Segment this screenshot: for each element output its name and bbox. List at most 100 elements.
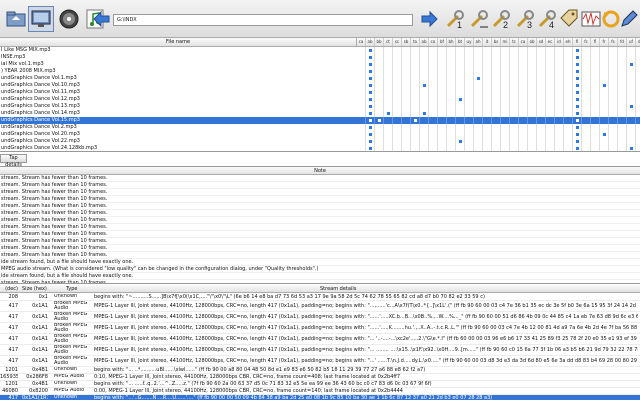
status-cell: [519, 117, 528, 124]
file-row[interactable]: ) YEAR 2008 MIX.mp3: [0, 68, 640, 75]
edit-icon[interactable]: [616, 6, 640, 32]
stream-row[interactable]: 417 0x1A1 Broken MPEG Audio MPEG-1 Layer II…: [0, 323, 640, 334]
stream-row[interactable]: 417 0x1A1 Broken MPEG Audio MPEG-1 Layer II…: [0, 334, 640, 345]
status-cell: [492, 117, 501, 124]
note-row[interactable]: ide stream found, but a file should have…: [0, 259, 640, 266]
file-row[interactable]: undGraphics Dance Vol.14.mp3: [0, 110, 640, 117]
file-row[interactable]: I Like MSG MIX.mp3: [0, 47, 640, 54]
file-row[interactable]: undGraphics Dance Vol.20.mp3: [0, 131, 640, 138]
note-row[interactable]: stream. Stream has fewer than 10 frames.: [0, 196, 640, 203]
column-header[interactable]: tc: [510, 38, 519, 46]
column-header[interactable]: bb: [375, 38, 384, 46]
column-header[interactable]: dt: [636, 38, 640, 46]
column-header[interactable]: mi: [501, 38, 510, 46]
file-name-header[interactable]: File name: [0, 38, 357, 46]
note-row[interactable]: stream. Stream has fewer than 10 frames.: [0, 238, 640, 245]
file-row[interactable]: INSE.mp3: [0, 54, 640, 61]
column-header[interactable]: fc: [582, 38, 591, 46]
column-header[interactable]: ct: [384, 38, 393, 46]
column-header[interactable]: bf: [438, 38, 447, 46]
note-row[interactable]: stream. Stream has fewer than 10 frames.: [0, 280, 640, 283]
stream-row[interactable]: 208 0x1 Unknown begins with: "~..........S.…: [0, 294, 640, 301]
status-cell: [528, 103, 537, 110]
column-header[interactable]: fr: [600, 38, 609, 46]
column-header[interactable]: id: [555, 38, 564, 46]
column-header[interactable]: co: [429, 38, 438, 46]
start-header[interactable]: (dec): [0, 285, 18, 293]
note-row[interactable]: stream. Stream has fewer than 10 frames.: [0, 189, 640, 196]
column-header[interactable]: eh: [564, 38, 573, 46]
note-row[interactable]: stream. Stream has fewer than 10 frames.: [0, 203, 640, 210]
forward-arrow-icon[interactable]: [416, 6, 442, 32]
column-header[interactable]: sc: [393, 38, 402, 46]
note-row[interactable]: stream. Stream has fewer than 10 frames.: [0, 245, 640, 252]
stream-row[interactable]: 417 0x1A1 Broken MPEG Audio MPEG-1 Layer II…: [0, 345, 640, 356]
column-header[interactable]: fi: [573, 38, 582, 46]
column-header[interactable]: ah: [474, 38, 483, 46]
stream-row[interactable]: 46080 0x8200 MPEG Audio 0:00, MPEG-1 Layer …: [0, 388, 640, 395]
stream-row[interactable]: 417 0x1A1 Broken MPEG Audio MPEG-1 Layer II…: [0, 312, 640, 323]
back-arrow-icon[interactable]: [91, 6, 113, 32]
column-header[interactable]: uf: [627, 38, 636, 46]
note-row[interactable]: stream. Stream has fewer than 10 frames.: [0, 231, 640, 238]
note-row[interactable]: stream. Stream has fewer than 10 frames.: [0, 217, 640, 224]
cd-icon[interactable]: [56, 6, 82, 32]
column-header[interactable]: fl: [591, 38, 600, 46]
size-header[interactable]: Size (hex): [22, 285, 47, 293]
file-row[interactable]: undGraphics Dance Vol.15.mp3: [0, 117, 640, 124]
column-header[interactable]: bh: [447, 38, 456, 46]
file-row[interactable]: undGraphics Dance Vol.12.mp3: [0, 96, 640, 103]
file-row[interactable]: ial Mix vol.1.mp3: [0, 61, 640, 68]
file-row[interactable]: undGraphics Dance Vol.10.mp3: [0, 82, 640, 89]
note-row[interactable]: stream. Stream has fewer than 10 frames.: [0, 252, 640, 259]
status-cell: [627, 131, 636, 138]
file-row[interactable]: undGraphics Dance Vol.22.mp3: [0, 138, 640, 145]
open-folder-icon[interactable]: [3, 6, 29, 32]
column-header[interactable]: it: [483, 38, 492, 46]
note-row[interactable]: stream. Stream has fewer than 10 frames.: [0, 182, 640, 189]
status-cell: [447, 61, 456, 68]
monitor-icon[interactable]: [28, 6, 54, 32]
file-row[interactable]: undGraphics Dance Vol.13.mp3: [0, 103, 640, 110]
column-header[interactable]: fd: [618, 38, 627, 46]
stream-type: MPEG Audio: [54, 374, 85, 379]
stream-row[interactable]: 165935 0x286F8 MPEG Audio 0:10, MPEG-1 Laye…: [0, 374, 640, 381]
stream-row[interactable]: 417 0x1A1 Broken MPEG Audio MPEG-1 Layer II…: [0, 356, 640, 367]
column-header[interactable]: ta: [411, 38, 420, 46]
column-header[interactable]: sd: [537, 38, 546, 46]
status-cell: [537, 117, 546, 124]
tap-details-button[interactable]: Tap details: [0, 154, 27, 168]
status-cell: [438, 82, 447, 89]
column-header[interactable]: ab: [366, 38, 375, 46]
note-row[interactable]: MPEG audio stream. (What is considered "…: [0, 266, 640, 273]
column-header[interactable]: bt: [456, 38, 465, 46]
note-row[interactable]: stream. Stream has fewer than 10 frames.: [0, 175, 640, 182]
stream-row[interactable]: 417 0x1A1 Broken MPEG Audio MPEG-1 Layer II…: [0, 301, 640, 312]
column-header[interactable]: ec: [546, 38, 555, 46]
status-cell: [483, 61, 492, 68]
tools-1-icon[interactable]: 1: [442, 6, 468, 32]
details-header[interactable]: Stream details: [320, 285, 356, 293]
column-header[interactable]: sb: [402, 38, 411, 46]
column-header[interactable]: bs: [492, 38, 501, 46]
note-row[interactable]: stream. Stream has fewer than 10 frames.: [0, 210, 640, 217]
file-row[interactable]: undGraphics Dance Vol.2.mp3: [0, 124, 640, 131]
column-header[interactable]: ab: [420, 38, 429, 46]
column-header[interactable]: ca: [519, 38, 528, 46]
file-row[interactable]: undGraphics Dance Vol.1.mp3: [0, 75, 640, 82]
column-header[interactable]: ab: [528, 38, 537, 46]
notes-header[interactable]: Note: [0, 167, 640, 175]
path-input[interactable]: G:\INDX: [113, 14, 413, 26]
file-row[interactable]: undGraphics Dance Vol.11.mp3: [0, 89, 640, 96]
stream-row[interactable]: 417 0x1A1(1R7) Unknown begins with: "...'..…: [0, 395, 640, 400]
column-header[interactable]: fs: [609, 38, 618, 46]
stream-row[interactable]: 1201 0x4B1 Unknown begins with: "... ..*...…: [0, 367, 640, 374]
tools-2-icon[interactable]: 2: [488, 6, 514, 32]
note-row[interactable]: ide stream found, but a file should have…: [0, 273, 640, 280]
column-header[interactable]: uy: [465, 38, 474, 46]
type-header[interactable]: Type: [66, 285, 77, 293]
note-row[interactable]: stream. Stream has fewer than 10 frames.: [0, 224, 640, 231]
stream-row[interactable]: 1201 0x4B1 Unknown begins with: "... .....f…: [0, 381, 640, 388]
column-header[interactable]: ca: [357, 38, 366, 46]
file-row[interactable]: undGraphics Dance Vol.24.128kb.mp3: [0, 145, 640, 151]
